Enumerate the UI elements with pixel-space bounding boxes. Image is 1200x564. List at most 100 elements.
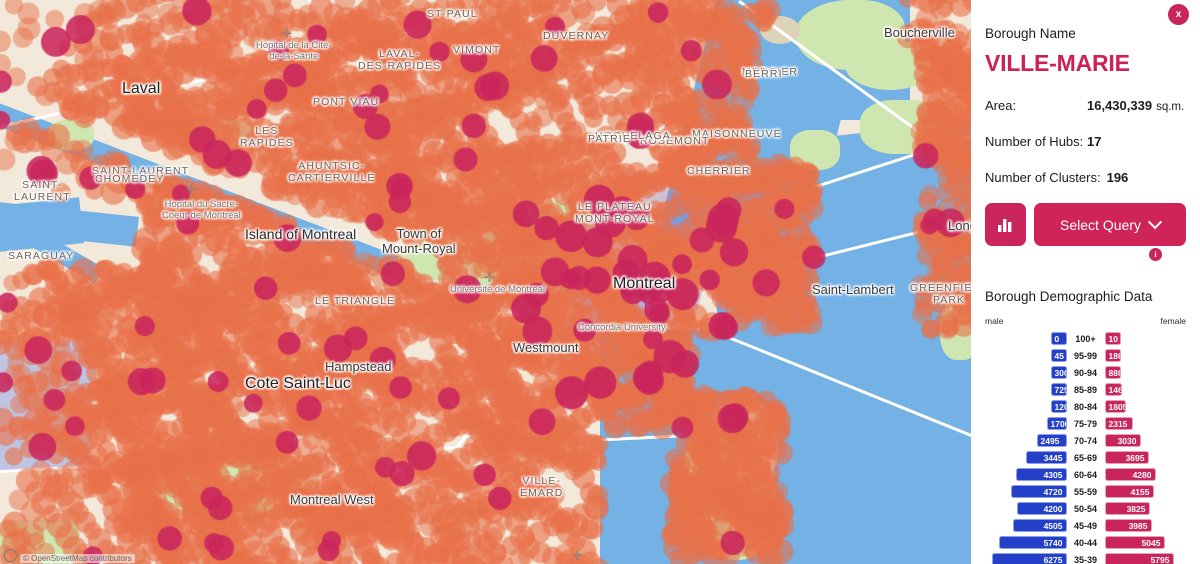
map-label: Longueuil xyxy=(948,218,971,233)
pyramid-row: 3445 65-69 3695 xyxy=(985,449,1186,466)
map-label: VIMONT xyxy=(453,44,501,56)
borough-name-value: VILLE-MARIE xyxy=(985,50,1130,76)
pyramid-bar-female: 5045 xyxy=(1104,536,1165,549)
pyramid-bar-female: 880 xyxy=(1104,366,1121,379)
pyramid-bar-female: 2315 xyxy=(1104,417,1133,430)
pyramid-age-group-label: 80-84 xyxy=(1073,401,1098,412)
map-label: Saint-Lambert xyxy=(812,282,894,297)
map-label: Boucherville xyxy=(884,25,955,40)
select-query-button[interactable]: Select Query xyxy=(1034,203,1186,246)
pyramid-age-group-label: 50-54 xyxy=(1073,503,1098,514)
pyramid-row: 4720 55-59 4155 xyxy=(985,483,1186,500)
map-label: MERCIER xyxy=(742,66,799,78)
pyramid-bar-male: 725 xyxy=(1050,383,1067,396)
select-query-label: Select Query xyxy=(1060,216,1141,233)
pyramid-row: 1700 75-79 2315 xyxy=(985,415,1186,432)
pyramid-bar-male: 5740 xyxy=(998,536,1067,549)
map-label: ROSEMONT xyxy=(640,135,710,147)
map-label: HOCHELAGA xyxy=(595,130,671,142)
pyramid-row: 4305 60-64 4280 xyxy=(985,466,1186,483)
pyramid-bar-male: 3445 xyxy=(1025,451,1067,464)
pyramid-male-label: male xyxy=(985,316,1004,326)
pyramid-bar-male: 4200 xyxy=(1016,502,1067,515)
pyramid-row: 5740 40-44 5045 xyxy=(985,534,1186,551)
pyramid-age-group-label: 35-39 xyxy=(1073,554,1098,564)
pyramid-age-group-label: 70-74 xyxy=(1073,435,1098,446)
map-label: Montreal xyxy=(613,275,676,292)
map-label: LE PLATEAU MONT-ROYAL xyxy=(575,201,655,225)
pyramid-age-group-label: 75-79 xyxy=(1073,418,1098,429)
map-label: SAINT-LAURENT xyxy=(14,179,71,203)
map-label: Hopital du Sacre- Coeur de Montreal xyxy=(162,199,241,221)
pyramid-age-group-label: 100+ xyxy=(1075,333,1096,344)
pyramid-bar-female: 3695 xyxy=(1104,451,1149,464)
pyramid-age-group-label: 40-44 xyxy=(1073,537,1098,548)
pyramid-bar-female: 4280 xyxy=(1104,468,1156,481)
pyramid-bar-female: 1805 xyxy=(1104,400,1126,413)
pyramid-age-group-label: 55-59 xyxy=(1073,486,1098,497)
map-label: Montreal West xyxy=(290,492,374,507)
map-label: MAISONNEUVE xyxy=(692,128,782,140)
pyramid-bar-male: 4720 xyxy=(1010,485,1067,498)
pyramid-row: 4200 50-54 3825 xyxy=(985,500,1186,517)
stat-value-clusters: 196 xyxy=(1106,170,1129,185)
pyramid-bar-female: 3825 xyxy=(1104,502,1150,515)
pyramid-row: 300 90-94 880 xyxy=(985,364,1186,381)
pyramid-female-label: female xyxy=(1160,316,1186,326)
pyramid-bar-male: 1200 xyxy=(1050,400,1067,413)
map-label: Cote Saint-Luc xyxy=(245,375,351,392)
pyramid-bar-male: 2495 xyxy=(1036,434,1067,447)
map-label: Universite de Montreal xyxy=(450,284,546,295)
pyramid-age-group-label: 90-94 xyxy=(1073,367,1098,378)
map-label: VILLE- EMARD xyxy=(520,475,564,499)
bar-chart-icon xyxy=(997,218,1011,232)
map-label: PONT VIAU xyxy=(313,96,380,108)
map-label: Hopital de la Cite-de-la-Sante xyxy=(256,40,332,62)
map-canvas[interactable]: Laval Boucherville SAINT-LAURENT Island of … xyxy=(0,0,971,564)
borough-name-label: Borough Name xyxy=(985,26,1076,41)
info-button[interactable]: i xyxy=(1149,248,1162,261)
attribution-logo-icon xyxy=(4,549,17,562)
stat-value-area: 16,430,339 xyxy=(1087,98,1153,113)
map-label: LE TRIANGLE xyxy=(315,295,396,307)
map-label: AHUNTSIC- CARTIERVILLE xyxy=(288,160,376,184)
map-label: LES RAPIDES xyxy=(240,125,294,149)
pyramid-bar-female: 3030 xyxy=(1104,434,1141,447)
pyramid-bar-male: 4305 xyxy=(1015,468,1067,481)
pyramid-bar-male: 1700 xyxy=(1046,417,1067,430)
stat-key-clusters: Number of Clusters: xyxy=(985,170,1101,185)
pyramid-row: 45 95-99 180 xyxy=(985,347,1186,364)
borough-info-panel: x Borough Name VILLE-MARIE Area: 16,430,… xyxy=(971,0,1200,564)
pyramid-bar-female: 4155 xyxy=(1104,485,1154,498)
poi-marker-icon: ✛ xyxy=(484,270,495,285)
map-label: Island of Montreal xyxy=(245,226,357,242)
pyramid-age-group-label: 65-69 xyxy=(1073,452,1098,463)
map-label: Town of Mount-Royal xyxy=(382,226,456,256)
pyramid-bar-male: 45 xyxy=(1050,349,1067,362)
map-label: PATRIE xyxy=(588,133,631,145)
stat-key-hubs: Number of Hubs: xyxy=(985,134,1084,149)
pyramid-axis-row: male female xyxy=(985,316,1186,330)
demographic-data-title: Borough Demographic Data xyxy=(985,289,1153,304)
map-label: GREENFIELDPARK xyxy=(910,282,971,306)
stat-unit-area: sq.m. xyxy=(1156,101,1185,113)
map-label: BERRI xyxy=(745,68,783,80)
pyramid-age-group-label: 95-99 xyxy=(1073,350,1098,361)
map-label: ST-PAUL xyxy=(427,8,478,20)
stat-row-area: Area: 16,430,339 sq.m. xyxy=(985,98,1186,113)
pyramid-row: 2495 70-74 3030 xyxy=(985,432,1186,449)
poi-marker-icon: ✛ xyxy=(281,26,292,41)
map-label: CHOMEDEY xyxy=(95,173,165,185)
pyramid-age-group-label: 60-64 xyxy=(1073,469,1098,480)
pyramid-age-group-label: 45-49 xyxy=(1073,520,1098,531)
map-label: SARAGUAY xyxy=(8,250,75,262)
pyramid-row: 725 85-89 1465 xyxy=(985,381,1186,398)
pyramid-bar-female: 3985 xyxy=(1104,519,1152,532)
close-panel-button[interactable]: x xyxy=(1168,4,1189,25)
stat-row-hubs: Number of Hubs: 17 xyxy=(985,134,1186,149)
bar-chart-toggle-button[interactable] xyxy=(985,203,1026,246)
map-attribution[interactable]: © OpenStreetMap contributors xyxy=(20,554,135,563)
pyramid-row: 4505 45-49 3985 xyxy=(985,517,1186,534)
pyramid-bar-male: 4505 xyxy=(1012,519,1067,532)
map-label: Laval xyxy=(122,80,161,97)
